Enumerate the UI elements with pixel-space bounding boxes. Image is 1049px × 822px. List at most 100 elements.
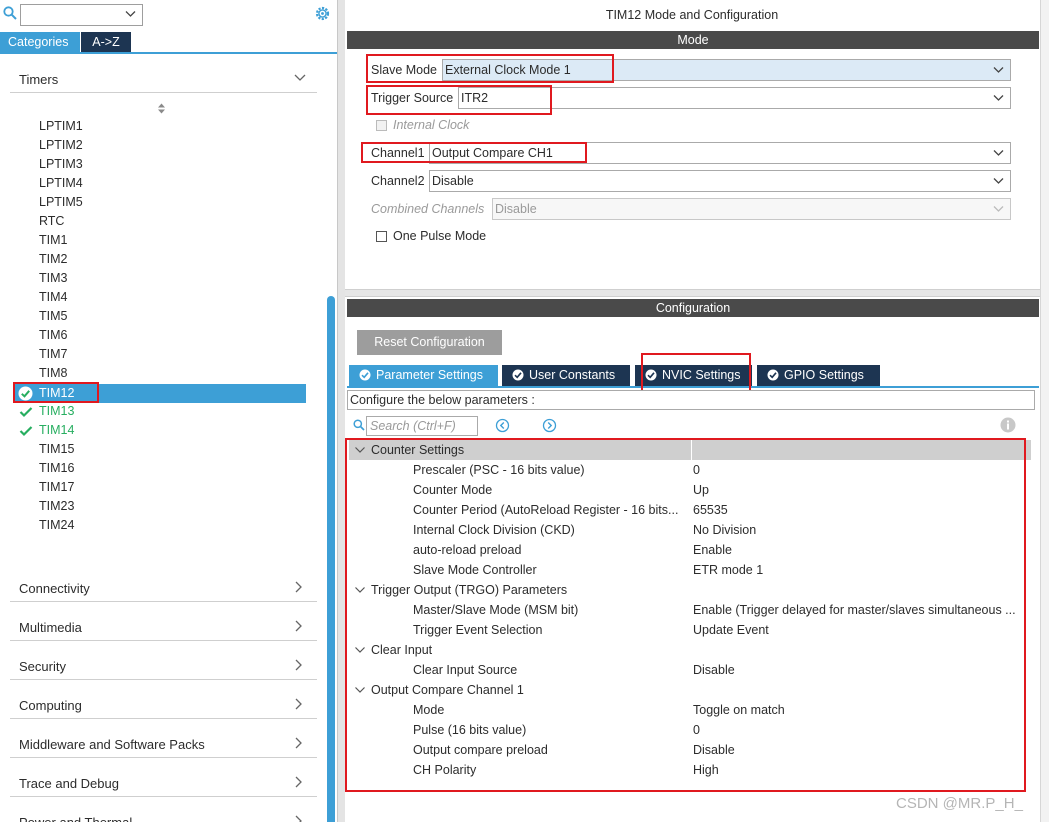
timer-item-tim1[interactable]: TIM1 xyxy=(39,231,67,250)
category-connectivity[interactable]: Connectivity xyxy=(19,581,90,596)
category-trace-and-debug[interactable]: Trace and Debug xyxy=(19,776,119,791)
timer-item-lptim2[interactable]: LPTIM2 xyxy=(39,136,83,155)
timer-item-tim15[interactable]: TIM15 xyxy=(39,440,74,459)
tab-gpio-settings[interactable]: GPIO Settings xyxy=(757,365,880,386)
previous-icon[interactable] xyxy=(495,418,510,433)
annotation-box-slave-mode xyxy=(366,54,614,83)
tab-parameter-settings[interactable]: Parameter Settings xyxy=(349,365,498,386)
panel-splitter[interactable] xyxy=(337,0,345,822)
category-multimedia[interactable]: Multimedia xyxy=(19,620,82,635)
check-icon xyxy=(19,426,33,437)
chevron-down-icon xyxy=(993,206,1004,212)
timer-item-lptim3[interactable]: LPTIM3 xyxy=(39,155,83,174)
tab-a-to-z[interactable]: A->Z xyxy=(81,32,131,52)
one-pulse-mode-checkbox[interactable] xyxy=(376,231,387,242)
timer-item-tim24[interactable]: TIM24 xyxy=(39,516,74,535)
timer-item-lptim1[interactable]: LPTIM1 xyxy=(39,117,83,136)
divider xyxy=(10,757,317,758)
sort-icon[interactable] xyxy=(157,103,166,114)
channel2-select[interactable]: Disable xyxy=(429,170,1011,192)
page-title: TIM12 Mode and Configuration xyxy=(605,8,779,22)
timer-item-tim6[interactable]: TIM6 xyxy=(39,326,67,345)
gear-icon[interactable] xyxy=(314,5,331,22)
configure-hint-text: Configure the below parameters : xyxy=(350,393,535,407)
chevron-down-icon xyxy=(125,11,136,17)
tab-user-constants[interactable]: User Constants xyxy=(502,365,630,386)
category-search-select[interactable] xyxy=(20,4,143,26)
mode-bar: Mode xyxy=(347,31,1039,49)
timer-item-tim14[interactable]: TIM14 xyxy=(39,421,74,440)
section-splitter[interactable] xyxy=(345,289,1040,297)
configure-hint-box: Configure the below parameters : xyxy=(347,390,1035,410)
channel2-label: Channel2 xyxy=(371,174,425,188)
chevron-down-icon xyxy=(993,178,1004,184)
parameter-search-input[interactable]: Search (Ctrl+F) xyxy=(366,416,478,436)
left-scrollbar-thumb[interactable] xyxy=(327,296,335,822)
chevron-right-icon[interactable] xyxy=(294,698,303,710)
tab-user-constants-label: User Constants xyxy=(529,368,616,382)
search-icon[interactable] xyxy=(353,419,365,431)
annotation-box-nvic xyxy=(641,353,751,395)
parameter-search-placeholder: Search (Ctrl+F) xyxy=(370,419,456,433)
one-pulse-mode-label: One Pulse Mode xyxy=(393,229,487,243)
timer-item-rtc[interactable]: RTC xyxy=(39,212,64,231)
tabs-underline xyxy=(0,52,337,54)
annotation-box-channel1 xyxy=(361,142,587,163)
timer-item-tim4[interactable]: TIM4 xyxy=(39,288,67,307)
check-icon xyxy=(19,407,33,418)
internal-clock-checkbox[interactable] xyxy=(376,120,387,131)
right-panel: TIM12 Mode and Configuration Mode Slave … xyxy=(345,0,1049,822)
divider xyxy=(10,796,317,797)
search-icon[interactable] xyxy=(3,6,17,20)
category-power-and-thermal[interactable]: Power and Thermal xyxy=(19,815,132,822)
check-circle-icon xyxy=(359,369,371,381)
chevron-right-icon[interactable] xyxy=(294,659,303,671)
divider xyxy=(10,679,317,680)
timer-item-tim5[interactable]: TIM5 xyxy=(39,307,67,326)
category-computing[interactable]: Computing xyxy=(19,698,82,713)
timers-header[interactable]: Timers xyxy=(19,72,58,87)
reset-configuration-button[interactable]: Reset Configuration xyxy=(357,330,502,355)
timer-item-tim7[interactable]: TIM7 xyxy=(39,345,67,364)
check-circle-icon xyxy=(767,369,779,381)
watermark: CSDN @MR.P_H_ xyxy=(896,795,1023,812)
tab-categories[interactable]: Categories xyxy=(0,32,80,52)
chevron-down-icon xyxy=(993,95,1004,101)
timer-item-tim16[interactable]: TIM16 xyxy=(39,459,74,478)
next-icon[interactable] xyxy=(542,418,557,433)
chevron-right-icon[interactable] xyxy=(294,620,303,632)
left-panel: Categories A->Z Timers LPTIM1 LPTIM2 LPTIM… xyxy=(0,0,337,822)
chevron-right-icon[interactable] xyxy=(294,815,303,822)
timer-item-lptim4[interactable]: LPTIM4 xyxy=(39,174,83,193)
chevron-right-icon[interactable] xyxy=(294,581,303,593)
right-scrollbar[interactable] xyxy=(1040,0,1049,822)
check-circle-icon xyxy=(512,369,524,381)
timer-item-tim13[interactable]: TIM13 xyxy=(39,402,74,421)
stm32cubemx-window: Categories A->Z Timers LPTIM1 LPTIM2 LPTIM… xyxy=(0,0,1049,822)
annotation-box-trigger-source xyxy=(366,85,552,115)
chevron-right-icon[interactable] xyxy=(294,737,303,749)
tab-gpio-settings-label: GPIO Settings xyxy=(784,368,864,382)
timer-item-tim23[interactable]: TIM23 xyxy=(39,497,74,516)
tab-parameter-settings-label: Parameter Settings xyxy=(376,368,483,382)
timer-item-tim2[interactable]: TIM2 xyxy=(39,250,67,269)
combined-channels-select[interactable]: Disable xyxy=(492,198,1011,220)
category-middleware-and-software-packs[interactable]: Middleware and Software Packs xyxy=(19,737,205,752)
combined-channels-value: Disable xyxy=(495,202,537,216)
internal-clock-label: Internal Clock xyxy=(393,118,470,132)
annotation-box-tim12 xyxy=(13,382,99,403)
chevron-down-icon xyxy=(993,150,1004,156)
combined-channels-label: Combined Channels xyxy=(371,202,485,216)
timer-item-lptim5[interactable]: LPTIM5 xyxy=(39,193,83,212)
chevron-right-icon[interactable] xyxy=(294,776,303,788)
timer-item-tim17[interactable]: TIM17 xyxy=(39,478,74,497)
chevron-down-icon xyxy=(993,67,1004,73)
timer-item-tim8[interactable]: TIM8 xyxy=(39,364,67,383)
divider xyxy=(10,718,317,719)
info-icon[interactable] xyxy=(1000,417,1016,433)
chevron-down-icon[interactable] xyxy=(294,73,306,82)
category-security[interactable]: Security xyxy=(19,659,66,674)
timer-item-tim3[interactable]: TIM3 xyxy=(39,269,67,288)
annotation-box-parameters xyxy=(345,438,1026,792)
configuration-bar: Configuration xyxy=(347,299,1039,317)
